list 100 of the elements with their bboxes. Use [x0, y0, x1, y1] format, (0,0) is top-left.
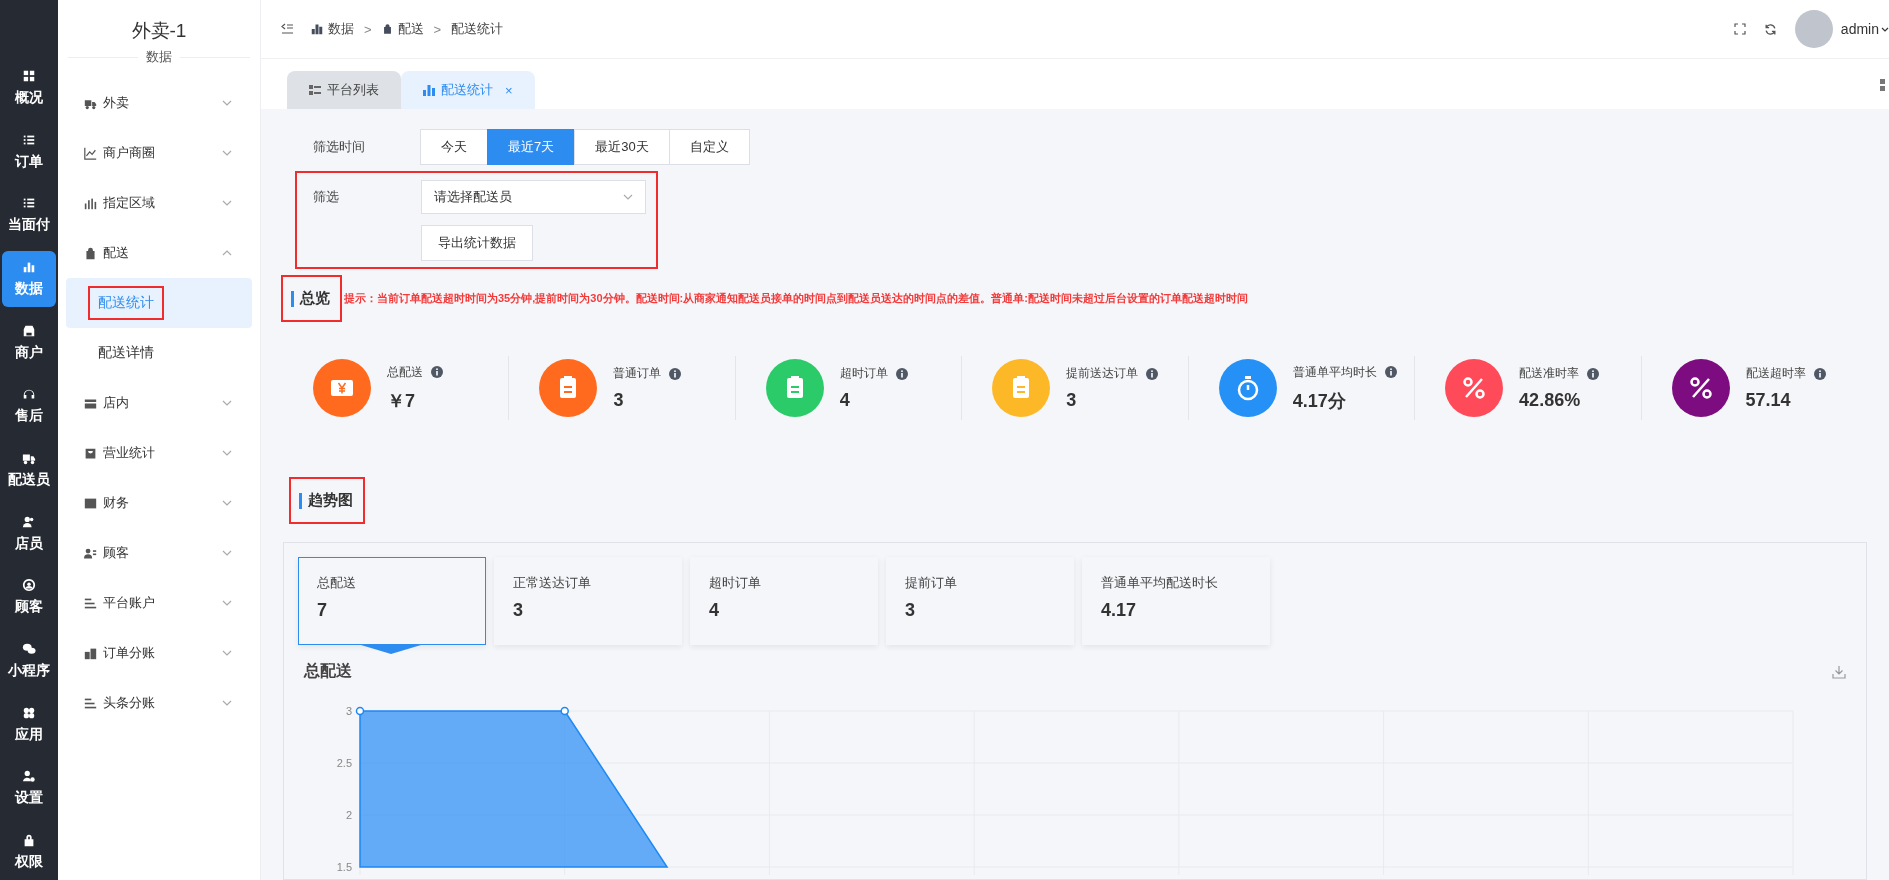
breadcrumb-link[interactable]: 数据 — [328, 20, 354, 38]
chevron-icon — [222, 450, 232, 456]
chevron-icon — [222, 400, 232, 406]
menu-item[interactable]: 头条分账 — [58, 678, 260, 728]
nav-item[interactable]: 商户 — [2, 314, 56, 371]
menu-item[interactable]: 店内 — [58, 378, 260, 428]
menu-item[interactable]: 指定区域 — [58, 178, 260, 228]
hint-text: 提示：当前订单配送超时时间为35分钟,提前时间为30分钟。配送时间:从商家通知配送员接单的时间点到配送员送达的时间点的差值。普通单:配送时间未超过后台设置的订单配送超时时间 — [344, 291, 1248, 306]
section-title: 趋势图 — [291, 479, 363, 522]
range-button[interactable]: 自定义 — [668, 129, 750, 165]
bag-icon — [84, 246, 97, 260]
axis-tick-label: 2 — [345, 809, 352, 821]
stat-label: 总配送 — [387, 363, 423, 381]
chevron-icon — [222, 100, 232, 106]
pointer-icon — [361, 645, 421, 654]
export-button[interactable]: 导出统计数据 — [421, 225, 533, 261]
breadcrumb-separator: > — [364, 21, 372, 37]
menu-item[interactable]: 营业统计 — [58, 428, 260, 478]
breadcrumb-separator: > — [433, 21, 442, 37]
menu-item[interactable]: 商户商圈 — [58, 128, 260, 178]
stat-value: 3 — [613, 390, 625, 411]
info-icon[interactable] — [895, 367, 908, 380]
user-list-icon — [84, 546, 97, 560]
bar-chart-icon — [84, 196, 97, 210]
chevron-icon — [222, 650, 232, 656]
stat-label: 超时订单 — [839, 365, 888, 382]
download-icon[interactable] — [1832, 664, 1846, 679]
range-button[interactable]: 最近30天 — [574, 129, 670, 165]
info-icon[interactable] — [1146, 367, 1159, 380]
building-icon — [84, 646, 97, 660]
lock-icon — [22, 833, 36, 848]
user-name[interactable]: admin — [1840, 21, 1879, 37]
refresh-icon[interactable] — [1763, 22, 1777, 36]
stat-value: 4.17分 — [1292, 389, 1347, 413]
chart-title: 总配送 — [304, 661, 352, 681]
axis-tick-label: 2.5 — [336, 757, 352, 769]
nav-item[interactable]: 订单 — [2, 123, 56, 180]
menu-toggle-icon[interactable] — [281, 23, 293, 35]
highlight-frame: 配送统计 — [90, 288, 162, 318]
stat-value: ￥7 — [387, 389, 416, 413]
stat-value: 3 — [1066, 390, 1078, 411]
list-icon — [309, 84, 321, 96]
nav-item[interactable]: 概况 — [2, 60, 56, 116]
chevron-icon — [222, 600, 232, 606]
metric-card[interactable]: 提前订单 3 — [886, 557, 1074, 645]
submenu-item[interactable]: 配送详情 — [66, 328, 252, 378]
chat-icon — [22, 642, 36, 657]
store-icon — [22, 323, 36, 338]
courier-select[interactable]: 请选择配送员 — [421, 180, 646, 214]
section-title: 总览 — [283, 277, 340, 320]
info-icon[interactable] — [1384, 366, 1397, 378]
menu-item[interactable]: 订单分账 — [58, 628, 260, 678]
bar-chart-icon — [311, 23, 323, 35]
chevron-icon — [222, 250, 232, 256]
nav-item[interactable]: 售后 — [2, 378, 56, 435]
users-icon — [22, 514, 36, 529]
metric-card[interactable]: 超时订单 4 — [690, 557, 878, 645]
chevron-icon — [222, 200, 232, 206]
chevron-icon — [222, 700, 232, 706]
nav-item[interactable]: 当面付 — [2, 187, 56, 244]
fullscreen-icon[interactable] — [1733, 23, 1746, 35]
info-icon[interactable] — [431, 366, 443, 378]
info-icon[interactable] — [669, 367, 682, 380]
menu-item[interactable]: 平台账户 — [58, 578, 260, 628]
user-gear-icon — [22, 769, 36, 784]
nav-item[interactable]: 设置 — [2, 760, 56, 817]
apps-icon — [22, 705, 36, 720]
menu-item[interactable]: 财务 — [58, 478, 260, 528]
nav-item[interactable]: 店员 — [2, 505, 56, 562]
breadcrumb-link[interactable]: 配送 — [397, 20, 424, 38]
stat-value: 57.14 — [1745, 390, 1792, 411]
stat-value: 4 — [839, 390, 851, 411]
stat-label: 配送超时率 — [1745, 365, 1806, 382]
stat-label: 普通订单 — [613, 365, 662, 382]
range-button[interactable]: 今天 — [420, 129, 488, 165]
bar-chart-icon — [423, 84, 435, 96]
more-icon[interactable] — [1879, 79, 1887, 91]
menu-item[interactable]: 配送 — [58, 228, 260, 278]
menu-item[interactable]: 外卖 — [58, 78, 260, 128]
nav-item[interactable]: 应用 — [2, 696, 56, 753]
stat-label: 提前送达订单 — [1066, 365, 1139, 382]
stat-value: 42.86% — [1519, 390, 1582, 411]
line-chart-icon — [84, 146, 97, 160]
caret-icon[interactable] — [1881, 26, 1889, 32]
metric-card[interactable]: 普通单平均配送时长 4.17 — [1082, 557, 1270, 645]
nav-item[interactable]: 顾客 — [2, 569, 56, 626]
page-tab[interactable]: 平台列表 — [287, 71, 401, 109]
chevron-icon — [623, 194, 633, 200]
info-icon[interactable] — [1813, 367, 1826, 380]
breadcrumb-link[interactable]: 配送统计 — [451, 20, 504, 38]
nav-item[interactable]: 配送员 — [2, 442, 56, 498]
metric-card[interactable]: 正常送达订单 3 — [494, 557, 682, 645]
bars-icon — [84, 596, 97, 610]
info-icon[interactable] — [1587, 367, 1600, 380]
nav-item[interactable]: 小程序 — [2, 633, 56, 689]
nav-item[interactable]: 权限 — [2, 824, 56, 880]
menu-item[interactable]: 顾客 — [58, 528, 260, 578]
filter-label: 筛选 — [313, 188, 340, 206]
axis-tick-label: 1.5 — [336, 861, 352, 873]
menu-label: 配送详情 — [97, 343, 155, 362]
